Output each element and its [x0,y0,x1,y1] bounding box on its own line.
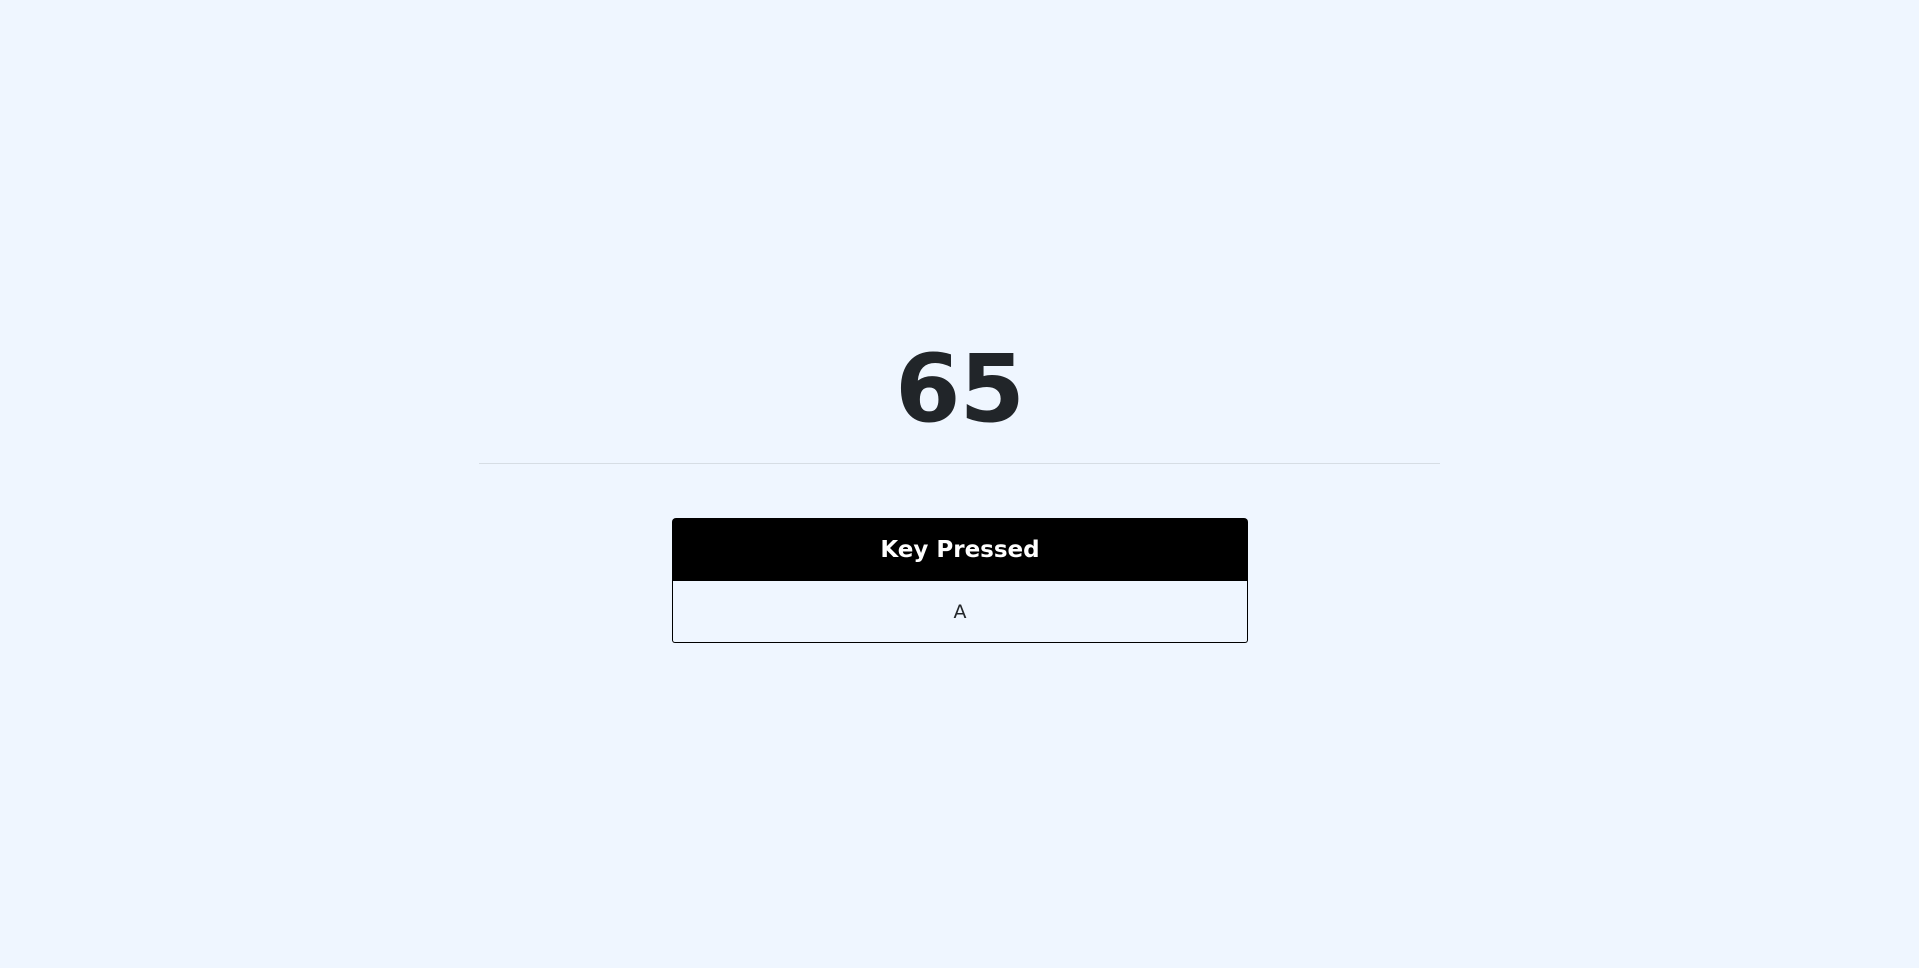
table-row: A [672,581,1248,643]
table-header-row: Key Pressed [672,518,1248,581]
key-code-display: 65 [895,335,1025,444]
key-pressed-value: A [672,581,1248,643]
table-header-key-pressed: Key Pressed [672,518,1248,581]
divider [479,463,1440,464]
key-pressed-table: Key Pressed A [672,518,1248,643]
page: 65 Key Pressed A [0,0,1919,968]
